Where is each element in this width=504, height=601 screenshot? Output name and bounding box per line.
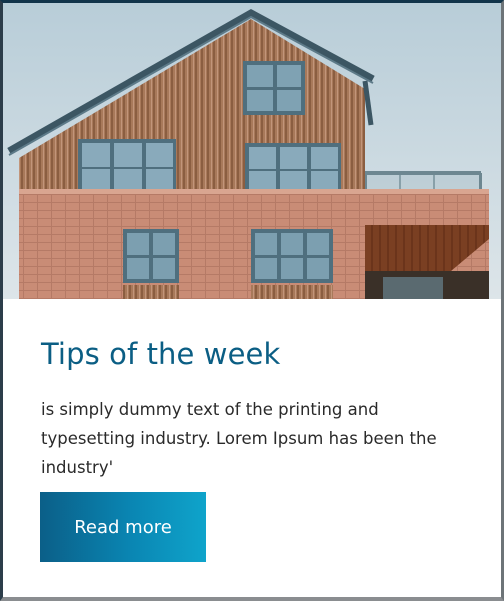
card-body: Tips of the week is simply dummy text of… (3, 299, 501, 597)
card-title: Tips of the week (41, 337, 281, 371)
house-illustration (3, 3, 501, 299)
tip-card: Tips of the week is simply dummy text of… (3, 3, 501, 597)
card-description: is simply dummy text of the printing and… (41, 400, 437, 477)
card-hero-image (3, 3, 501, 299)
page: Tips of the week is simply dummy text of… (0, 0, 504, 601)
read-more-button[interactable]: Read more (40, 492, 206, 562)
